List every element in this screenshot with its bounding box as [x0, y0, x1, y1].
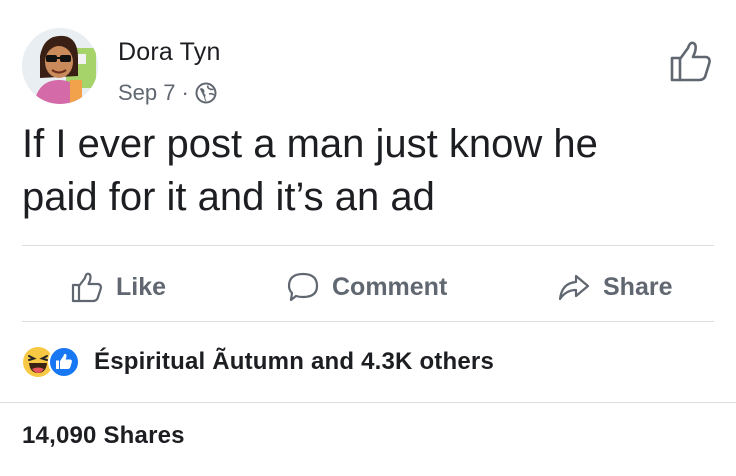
like-reaction-icon — [48, 346, 80, 378]
shares-count[interactable]: 14,090 Shares — [22, 422, 185, 450]
reaction-icons — [22, 344, 86, 380]
divider — [0, 402, 736, 403]
comment-icon — [287, 272, 319, 302]
reactions-summary[interactable]: Éspiritual Ãutumn and 4.3K others — [22, 340, 494, 384]
action-bar: Like Comment Share — [0, 258, 736, 316]
divider — [22, 245, 714, 246]
thumbs-up-icon — [71, 272, 103, 303]
share-button[interactable]: Share — [557, 258, 672, 316]
avatar[interactable] — [22, 28, 98, 104]
comment-button[interactable]: Comment — [286, 258, 447, 316]
meta-separator: · — [181, 80, 189, 105]
post-date[interactable]: Sep 7 — [118, 80, 176, 106]
facebook-post: Dora Tyn Sep 7 · If I ever post a man ju… — [0, 0, 736, 476]
avatar-image — [22, 28, 98, 104]
like-button[interactable]: Like — [70, 258, 166, 316]
divider — [22, 321, 714, 322]
share-icon — [558, 274, 590, 301]
author-name[interactable]: Dora Tyn — [118, 38, 221, 67]
post-meta: Sep 7 · — [118, 80, 217, 106]
post-text: If I ever post a man just know he paid f… — [22, 122, 598, 219]
share-label: Share — [603, 272, 673, 301]
globe-icon[interactable] — [195, 82, 217, 104]
comment-label: Comment — [332, 272, 448, 301]
thumbs-up-icon[interactable] — [668, 38, 714, 84]
reactions-text: Éspiritual Ãutumn and 4.3K others — [94, 348, 494, 375]
like-label: Like — [116, 272, 167, 301]
